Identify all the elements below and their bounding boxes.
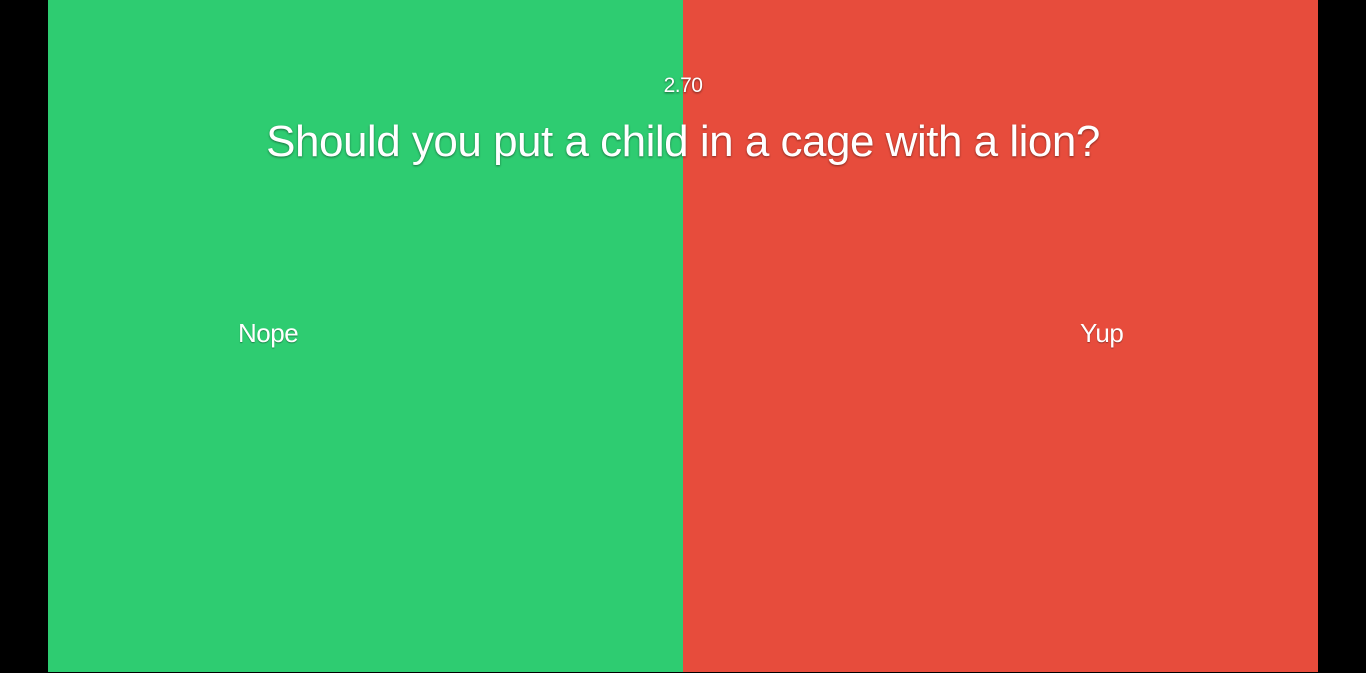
- game-stage: Nope Yup: [48, 0, 1318, 672]
- option-nope-panel[interactable]: Nope: [48, 0, 683, 672]
- option-nope-label: Nope: [238, 318, 299, 348]
- option-yup-panel[interactable]: Yup: [683, 0, 1318, 672]
- option-yup-label: Yup: [1080, 318, 1124, 348]
